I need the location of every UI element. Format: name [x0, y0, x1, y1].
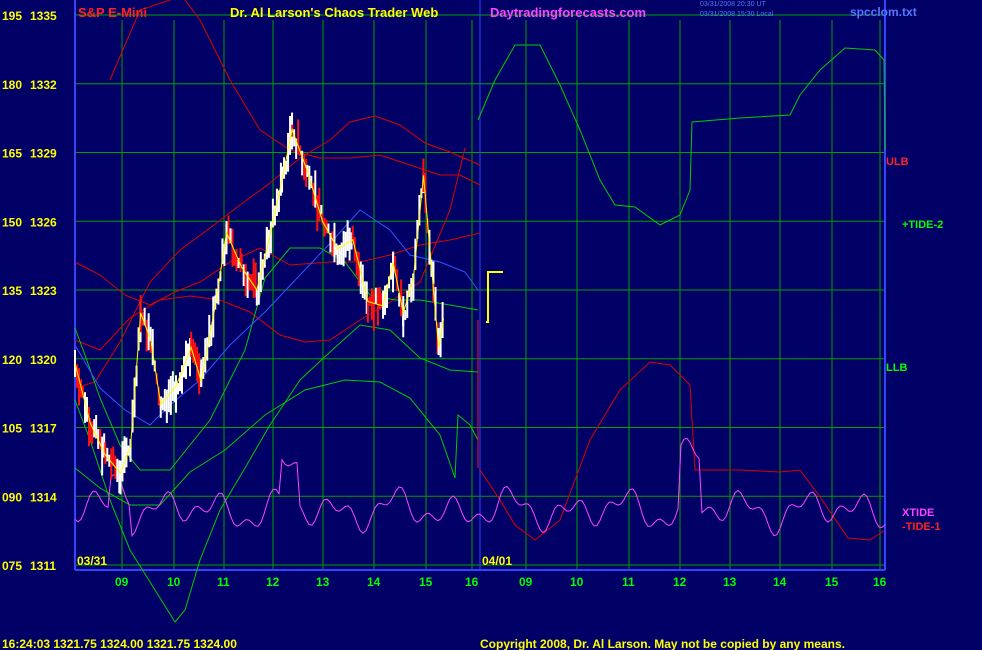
y-axis-label-price: 1314 [30, 490, 57, 504]
x-tick-label: 13 [316, 575, 330, 589]
x-tick-label: 13 [723, 575, 737, 589]
tide1-label: -TIDE-1 [902, 521, 941, 533]
y-axis-label-price: 1320 [30, 353, 57, 367]
y-axis-label-left: 120 [2, 353, 22, 367]
y-axis-label-left: 075 [2, 559, 22, 573]
x-tick-label: 14 [773, 575, 787, 589]
tide2-label: +TIDE-2 [902, 219, 944, 231]
website-label[interactable]: Daytradingforecasts.com [490, 6, 646, 19]
x-tick-label: 12 [266, 575, 280, 589]
x-tick-label: 10 [167, 575, 181, 589]
chart-page: 195 1335 180 1332 165 1329 150 1326 135 1323 120 13… [0, 0, 982, 650]
publisher-label: Dr. Al Larson's Chaos Trader Web [230, 5, 439, 20]
xtide-label: XTIDE [902, 507, 935, 519]
ulb-label: ULB [886, 156, 909, 168]
x-tick-label: 16 [873, 575, 887, 589]
y-axis-label-price: 1311 [30, 559, 56, 573]
x-tick-label: 11 [217, 575, 230, 589]
timestamp-ut: 03/31/2008 20:30 UT [700, 1, 766, 8]
y-axis-label-left: 105 [2, 422, 22, 436]
band-line-1 [74, 232, 481, 306]
x-tick-label: 10 [570, 575, 584, 589]
y-axis-label-left: 195 [2, 9, 22, 23]
chart-canvas: 195 1335 180 1332 165 1329 150 1326 135 1323 120 13… [2, 0, 887, 623]
x-tick-label: 15 [825, 575, 839, 589]
x-tick-label: 15 [419, 575, 433, 589]
quote-readout: 16:24:03 1321.75 1324.00 1321.75 1324.00 [2, 637, 237, 650]
data-file-label: spcclom.txt [850, 5, 917, 19]
y-axis-label-left: 165 [2, 147, 22, 161]
x-tick-label: 16 [465, 575, 479, 589]
copyright-notice: Copyright 2008, Dr. Al Larson. May not b… [480, 637, 845, 650]
x-tick-label: 12 [673, 575, 687, 589]
last-price-marker [486, 271, 503, 323]
date-label-left: 03/31 [77, 554, 108, 568]
y-axis-label-price: 1323 [30, 284, 57, 298]
y-axis-label-left: 090 [2, 490, 22, 504]
date-label-right: 04/01 [482, 554, 513, 568]
y-axis-label-left: 150 [2, 215, 22, 229]
y-axis-label-price: 1326 [30, 215, 57, 229]
instrument-label: S&P E-Mini [78, 5, 148, 20]
x-tick-label: 14 [367, 575, 381, 589]
llb-label: LLB [886, 362, 908, 374]
y-axis-label-price: 1332 [30, 78, 57, 92]
y-axis-label-price: 1335 [30, 9, 57, 23]
y-axis-label-price: 1329 [30, 147, 57, 161]
band-line-2 [74, 115, 481, 389]
y-axis-label-left: 135 [2, 284, 22, 298]
tide2-forecast-line [477, 44, 886, 226]
y-axis-label-left: 180 [2, 78, 22, 92]
timestamp-local: 03/31/2008 15:30 Local [700, 11, 774, 18]
upper-band-line [184, 0, 481, 186]
ulb-forecast-line [479, 361, 886, 541]
x-tick-label: 09 [519, 575, 533, 589]
x-tick-label: 09 [115, 575, 129, 589]
y-axis-label-price: 1317 [30, 422, 57, 436]
x-tick-label: 11 [622, 575, 635, 589]
